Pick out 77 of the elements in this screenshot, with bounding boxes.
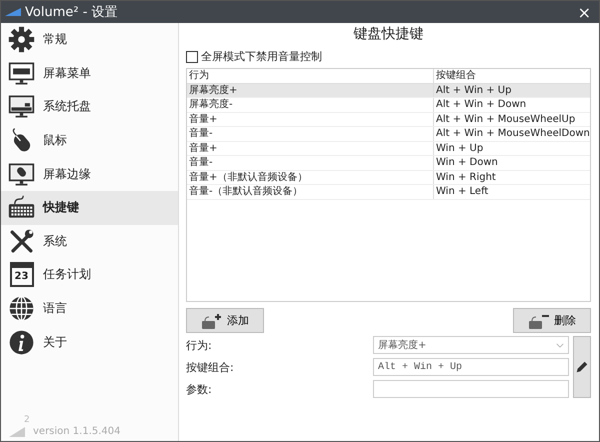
monitor-icon [8, 60, 35, 87]
table-row[interactable]: 音量+ Win + Up [187, 142, 590, 156]
sidebar-label: 屏幕边缘 [43, 166, 91, 183]
sidebar-item[interactable]: 快捷键 [1, 190, 178, 225]
table-cell-text: Win + Right [435, 170, 496, 184]
sidebar-label: 鼠标 [43, 132, 67, 150]
sidebar-item[interactable]: 系统托盘 [1, 90, 178, 124]
sidebar-label: 快捷键 [43, 199, 79, 216]
sidebar-label: 系统 [43, 232, 67, 250]
sidebar-item[interactable]: 关于 [1, 325, 178, 359]
sidebar-label: 常规 [43, 31, 67, 48]
checkbox-label: 全屏模式下禁用音量控制 [201, 49, 322, 64]
table-cell-text: Alt + Win + Up [435, 84, 512, 97]
tools-icon [8, 228, 35, 255]
table-cell-text: Alt + Win + Down [435, 98, 526, 112]
field-label: 行为: [186, 338, 212, 352]
field-label: 参数: [186, 382, 212, 396]
sidebar-label: 语言 [43, 300, 67, 318]
keyboard-minus-icon [528, 312, 550, 328]
fullscreen-checkbox[interactable]: 全屏模式下禁用音量控制 [186, 49, 591, 64]
table-row[interactable]: 音量+（非默认音频设备） Win + Right [187, 170, 590, 185]
sidebar-item[interactable]: 屏幕边缘 [1, 157, 178, 191]
column-header: 行为 [187, 69, 434, 82]
monitor-icon [8, 160, 35, 188]
table-row[interactable]: 音量-（非默认音频设备） Win + Left [187, 185, 590, 200]
checkbox[interactable] [186, 50, 198, 62]
sidebar-item[interactable]: 鼠标 [1, 124, 178, 158]
table-row[interactable]: 音量+ Alt + Win + MouseWheelUp [187, 112, 590, 127]
close-button[interactable]: × [570, 2, 599, 22]
calendar-day: 23 [14, 272, 28, 282]
table-row[interactable]: 音量- Alt + Win + MouseWheelDown [187, 127, 590, 142]
keyboard-plus-icon [201, 312, 223, 328]
sidebar-item[interactable]: 系统 [1, 224, 178, 258]
edit-button[interactable] [573, 336, 591, 398]
delete-button[interactable]: 删除 [513, 308, 591, 333]
monitor-icon [8, 93, 35, 120]
sidebar-label: 屏幕菜单 [43, 64, 91, 82]
sidebar-label: 关于 [43, 334, 67, 351]
chevron-down-icon [556, 342, 564, 348]
table-cell-text: Win + Up [435, 142, 484, 155]
sidebar-label: 系统托盘 [43, 98, 91, 116]
sidebar-item[interactable]: 屏幕菜单 [1, 56, 178, 90]
column-header: 按键组合 [435, 69, 476, 82]
page-heading: 键盘快捷键 [352, 25, 424, 44]
table-cell-text: Alt + Win + MouseWheelUp [435, 112, 576, 126]
volume-icon [5, 8, 21, 16]
info-icon [8, 328, 35, 356]
table-row[interactable]: 屏幕亮度+ Alt + Win + Up [187, 84, 590, 98]
table-cell: 音量- [187, 127, 434, 140]
globe-icon [8, 295, 35, 322]
table-cell: 音量+ [187, 142, 434, 155]
table-cell-text: Alt + Win + MouseWheelDown [435, 127, 590, 140]
sidebar-item[interactable]: 语言 [1, 292, 178, 326]
table-cell-text: Win + Left [435, 185, 488, 198]
logo-mark: 2 [24, 415, 30, 425]
table-row[interactable]: 音量- Win + Down [187, 156, 590, 170]
version-text: version 1.1.5.404 [33, 426, 121, 437]
table-cell: 屏幕亮度- [187, 98, 434, 112]
table-cell: 音量-（非默认音频设备） [187, 185, 434, 198]
add-button[interactable]: 添加 [186, 308, 264, 333]
pencil-icon [575, 360, 589, 374]
volume-logo-icon [9, 427, 25, 437]
table-cell: 屏幕亮度+ [187, 84, 434, 97]
sidebar-label: 任务计划 [43, 266, 91, 284]
table-cell: 音量- [187, 156, 434, 170]
gear-icon [8, 26, 35, 54]
action-dropdown[interactable]: 屏幕亮度+ [373, 336, 569, 354]
field-label: 按键组合: [186, 360, 234, 374]
sidebar-item[interactable]: 常规 [1, 23, 178, 57]
table-cell-text: Win + Down [435, 156, 498, 170]
table-row[interactable]: 屏幕亮度- Alt + Win + Down [187, 98, 590, 112]
table-cell: 音量+（非默认音频设备） [187, 170, 434, 184]
window-title: Volume² - 设置 [25, 4, 119, 21]
parameter-input-field[interactable] [373, 380, 569, 398]
sidebar-item[interactable]: 23 任务计划 [1, 258, 178, 292]
keys-input-field[interactable]: Alt + Win + Up [373, 358, 569, 376]
table-cell: 音量+ [187, 112, 434, 126]
